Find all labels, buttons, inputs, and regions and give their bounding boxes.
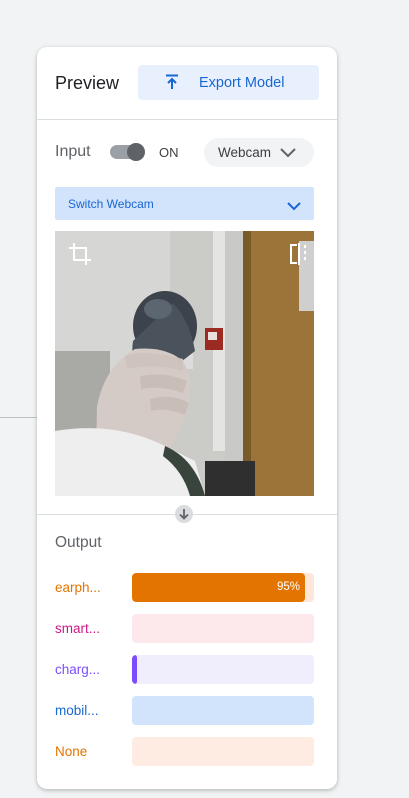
- switch-webcam-label: Switch Webcam: [68, 197, 154, 211]
- crop-icon[interactable]: [68, 242, 92, 271]
- class-label: charg...: [55, 662, 101, 677]
- class-row: smart...: [55, 614, 315, 644]
- class-row: earph... 95%: [55, 573, 315, 603]
- class-row: None: [55, 737, 315, 767]
- chevron-down-icon: [280, 145, 296, 164]
- input-toggle[interactable]: [110, 143, 146, 161]
- chevron-down-icon: [287, 198, 301, 216]
- confidence-bar: [132, 655, 314, 684]
- class-label: smart...: [55, 621, 101, 636]
- toggle-thumb: [127, 143, 145, 161]
- class-row: mobil...: [55, 696, 315, 726]
- confidence-bar: [132, 696, 314, 725]
- switch-webcam-dropdown[interactable]: Switch Webcam: [55, 187, 314, 220]
- input-source-select[interactable]: Webcam: [204, 138, 314, 167]
- confidence-fill: [132, 655, 138, 684]
- confidence-bar: 95%: [132, 573, 314, 602]
- class-row: charg...: [55, 655, 315, 685]
- upload-icon: [163, 73, 181, 95]
- export-model-button[interactable]: Export Model: [138, 65, 319, 100]
- output-label: Output: [55, 534, 102, 551]
- flip-horizontal-icon[interactable]: [289, 243, 309, 270]
- preview-panel: Preview Export Model Input ON Webcam Swi…: [37, 47, 337, 789]
- class-label: mobil...: [55, 703, 99, 718]
- toggle-state-label: ON: [159, 145, 179, 160]
- canvas-connector-line: [0, 417, 37, 418]
- panel-title: Preview: [55, 73, 120, 93]
- class-label: earph...: [55, 580, 101, 595]
- webcam-preview: [55, 231, 314, 496]
- confidence-bar: [132, 737, 314, 766]
- confidence-percent: 95%: [276, 581, 300, 593]
- class-label: None: [55, 744, 88, 759]
- header-divider: [37, 119, 337, 120]
- input-source-value: Webcam: [218, 145, 272, 160]
- confidence-bar: [132, 614, 314, 643]
- export-model-label: Export Model: [199, 75, 285, 91]
- arrow-down-icon: [175, 505, 193, 523]
- input-label: Input: [55, 143, 91, 160]
